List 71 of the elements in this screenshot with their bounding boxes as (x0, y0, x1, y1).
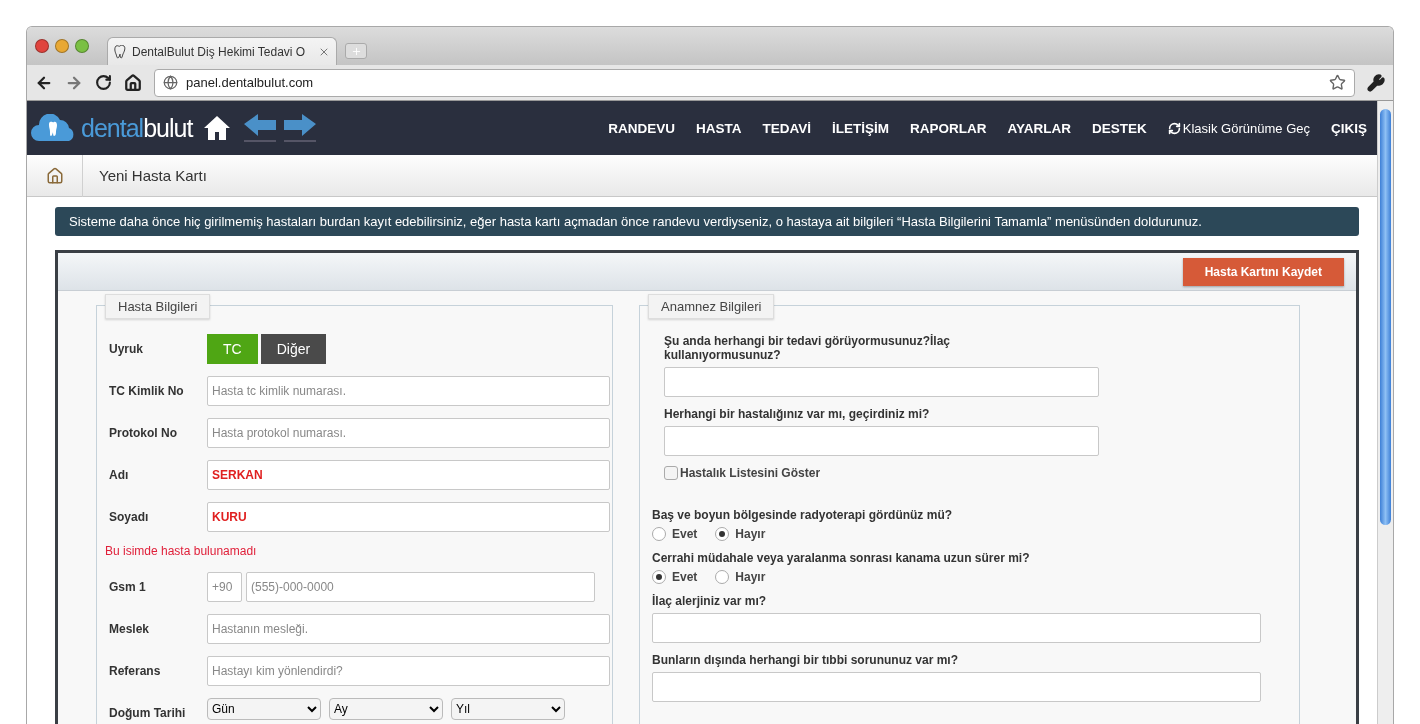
phone-field[interactable]: (555)-000-0000 (246, 572, 595, 602)
nav-link[interactable]: RAPORLAR (910, 120, 987, 136)
tooth-icon (114, 44, 126, 59)
question-label: Bunların dışında herhangi bir tıbbi sorununuz var mı? (652, 653, 960, 667)
country-code-field[interactable]: +90 (207, 572, 242, 602)
url-text: panel.dentalbulut.com (186, 75, 315, 90)
answer-field[interactable] (664, 426, 1099, 456)
globe-icon (163, 75, 178, 90)
input-field[interactable]: Hasta protokol numarası. (207, 418, 610, 448)
answer-field[interactable] (652, 613, 1261, 643)
nav-link[interactable]: AYARLAR (1007, 120, 1072, 136)
radio-option[interactable]: Hayır (715, 570, 766, 584)
field-label: Adı (109, 467, 130, 482)
answer-field[interactable] (652, 672, 1261, 702)
new-tab-button[interactable] (345, 43, 367, 59)
field-label: Uyruk (109, 341, 144, 356)
disease-list-checkbox[interactable]: Hastalık Listesini Göster (664, 466, 1299, 480)
error-message: Bu isimde hasta bulunamadı (105, 544, 258, 560)
minimize-window-icon (55, 39, 69, 53)
home-button[interactable] (124, 73, 142, 92)
nav-link[interactable]: ÇIKIŞ (1331, 120, 1367, 136)
field-label: TC Kimlik No (109, 383, 185, 398)
nav-link[interactable]: İLETİŞİM (832, 120, 889, 136)
address-bar[interactable]: panel.dentalbulut.com (154, 68, 1355, 97)
question-label: Cerrahi müdahale veya yaralanma sonrası kanama uzun sürer mi? (652, 551, 1031, 565)
answer-field[interactable] (664, 367, 1099, 397)
field-label: Soyadı (109, 509, 150, 524)
save-button[interactable]: Hasta Kartını Kaydet (1182, 257, 1344, 286)
date-select[interactable]: Yıl (451, 698, 565, 720)
logo-text: dentalbulut (81, 113, 193, 143)
close-window-icon (35, 39, 49, 53)
radio-option[interactable]: Evet (652, 527, 698, 541)
input-field[interactable]: SERKAN (207, 460, 610, 490)
input-field[interactable]: Hasta tc kimlik numarası. (207, 376, 610, 406)
section-legend: Anamnez Bilgileri (648, 294, 775, 319)
browser-tab[interactable]: DentalBulut Diş Hekimi Tedavi O (107, 37, 337, 65)
nav-link[interactable]: RANDEVU (608, 120, 675, 136)
back-arrow-icon[interactable] (242, 112, 279, 144)
nav-link[interactable]: TEDAVİ (762, 120, 811, 136)
field-label: Gsm 1 (109, 579, 147, 594)
question-label: Şu anda herhangi bir tedavi görüyormusunuz?İlaç kullanıyormusunuz? (664, 334, 952, 362)
question-label: Herhangi bir hastalığınız var mı, geçirdiniz mi? (664, 407, 931, 421)
field-label: Referans (109, 663, 162, 678)
question-label: İlaç alerjiniz var mı? (652, 594, 768, 608)
breadcrumb-title: Yeni Hasta Kartı (99, 167, 207, 184)
classic-view-link[interactable]: Klasik Görünüme Geç (1167, 120, 1310, 136)
info-banner: Sisteme daha önce hiç girilmemiş hastaları burdan kayıt edebilirsiniz, eğer hasta kartı açmadan önce randevu verdiyseniz, o hastaya ait bilgileri “Hasta Bilgilerini Tamamla” menüsünden doldurunuz. (55, 207, 1359, 236)
forward-arrow-icon[interactable] (282, 112, 319, 144)
field-label: Meslek (109, 621, 151, 636)
radio-option[interactable]: Evet (652, 570, 698, 584)
nationality-toggle[interactable]: Diğer (260, 334, 327, 364)
zoom-window-icon (75, 39, 89, 53)
input-field[interactable]: Hastanın mesleği. (207, 614, 610, 644)
question-label: Baş ve boyun bölgesinde radyoterapi gördünüz mü? (652, 508, 954, 522)
radio-option[interactable]: Hayır (715, 527, 766, 541)
tab-title: DentalBulut Diş Hekimi Tedavi O (132, 44, 307, 59)
reload-button[interactable] (95, 74, 112, 91)
nav-link[interactable]: DESTEK (1092, 120, 1147, 136)
wrench-button[interactable] (1367, 73, 1385, 92)
date-select[interactable]: Gün (207, 698, 321, 720)
date-select[interactable]: Ay (329, 698, 443, 720)
input-field[interactable]: Hastayı kim yönlendirdi? (207, 656, 610, 686)
field-label: Protokol No (109, 425, 178, 440)
plus-icon (350, 45, 362, 57)
scrollbar-thumb[interactable] (1380, 109, 1391, 525)
star-icon (1329, 74, 1346, 91)
input-field[interactable]: KURU (207, 502, 610, 532)
field-label: Doğum Tarihi (109, 705, 187, 720)
section-legend: Hasta Bilgileri (105, 294, 211, 319)
nav-link[interactable]: HASTA (696, 120, 742, 136)
refresh-icon (1167, 121, 1181, 135)
